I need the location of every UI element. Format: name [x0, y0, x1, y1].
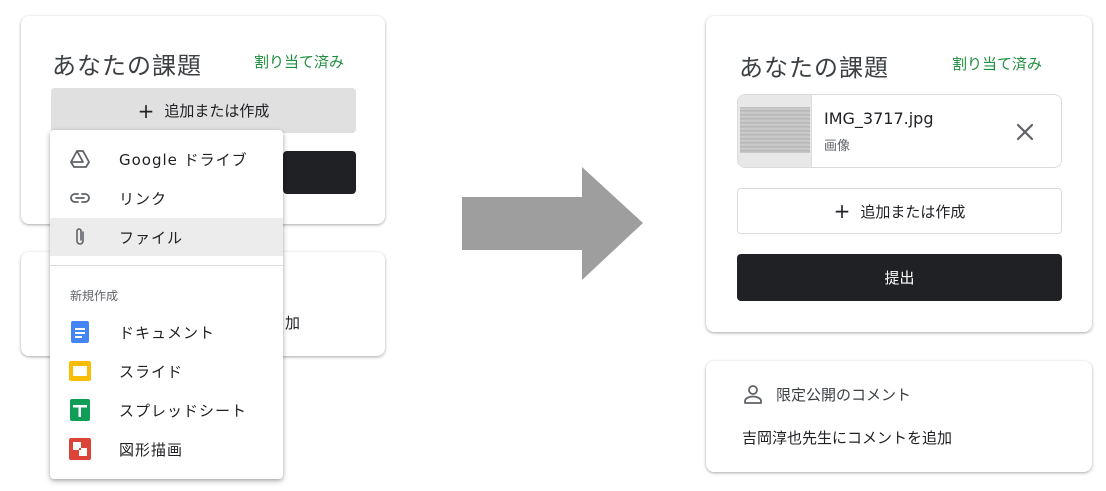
comment-hint-text: 加 [285, 314, 301, 332]
google-drive-icon [68, 147, 92, 171]
thumbnail-image [740, 107, 810, 153]
attachment-item[interactable]: IMG_3717.jpg 画像 [737, 94, 1062, 168]
close-icon [1016, 123, 1034, 141]
slides-icon [68, 359, 92, 383]
assignment-card-after: あなたの課題 割り当て済み IMG_3717.jpg 画像 + 追加または作成 … [706, 16, 1092, 332]
menu-item-label: Google ドライブ [119, 150, 248, 169]
menu-item-drawings[interactable]: 図形描画 [50, 430, 283, 468]
menu-item-google-drive[interactable]: Google ドライブ [50, 140, 283, 178]
drawings-icon [68, 437, 92, 461]
menu-item-link[interactable]: リンク [50, 179, 283, 217]
attachment-file-name: IMG_3717.jpg [824, 109, 934, 128]
status-label: 割り当て済み [254, 53, 345, 71]
menu-item-sheets[interactable]: スプレッドシート [50, 391, 283, 429]
image-thumbnail [738, 95, 812, 167]
private-comment-label: 限定公開のコメント [776, 385, 912, 404]
plus-icon: + [137, 98, 155, 123]
private-comment-card: 限定公開のコメント 吉岡淳也先生にコメントを追加 [706, 361, 1092, 472]
menu-item-label: ドキュメント [119, 323, 216, 342]
transition-arrow-icon [462, 167, 643, 280]
menu-item-label: スプレッドシート [119, 401, 248, 420]
assignment-title: あなたの課題 [52, 52, 202, 80]
person-icon [742, 383, 764, 405]
status-label: 割り当て済み [952, 55, 1043, 73]
add-or-create-button[interactable]: + 追加または作成 [737, 188, 1062, 234]
menu-divider [50, 265, 283, 266]
docs-icon [68, 320, 92, 344]
attachment-file-type: 画像 [824, 139, 851, 154]
submit-button[interactable] [283, 151, 356, 194]
add-or-create-label: 追加または作成 [860, 202, 966, 221]
menu-item-label: 図形描画 [119, 440, 184, 459]
plus-icon: + [833, 199, 851, 223]
private-comment-heading: 限定公開のコメント [742, 383, 911, 405]
remove-attachment-button[interactable] [1010, 117, 1040, 147]
assignment-title: あなたの課題 [739, 54, 889, 82]
menu-item-file[interactable]: ファイル [50, 218, 283, 256]
add-or-create-menu: Google ドライブ リンク ファイル 新規作成 ドキュメント スライド スプ… [50, 130, 283, 479]
sheets-icon [68, 398, 92, 422]
menu-item-label: ファイル [119, 228, 184, 247]
menu-item-docs[interactable]: ドキュメント [50, 313, 283, 351]
menu-item-label: スライド [119, 362, 184, 381]
link-icon [68, 186, 92, 210]
menu-item-label: リンク [119, 189, 168, 208]
paperclip-icon [68, 225, 92, 249]
add-or-create-label: 追加または作成 [164, 102, 270, 120]
menu-section-label: 新規作成 [70, 289, 119, 303]
add-or-create-button[interactable]: + 追加または作成 [51, 88, 356, 133]
add-comment-link[interactable]: 吉岡淳也先生にコメントを追加 [742, 427, 952, 448]
menu-item-slides[interactable]: スライド [50, 352, 283, 390]
submit-button[interactable]: 提出 [737, 254, 1062, 301]
